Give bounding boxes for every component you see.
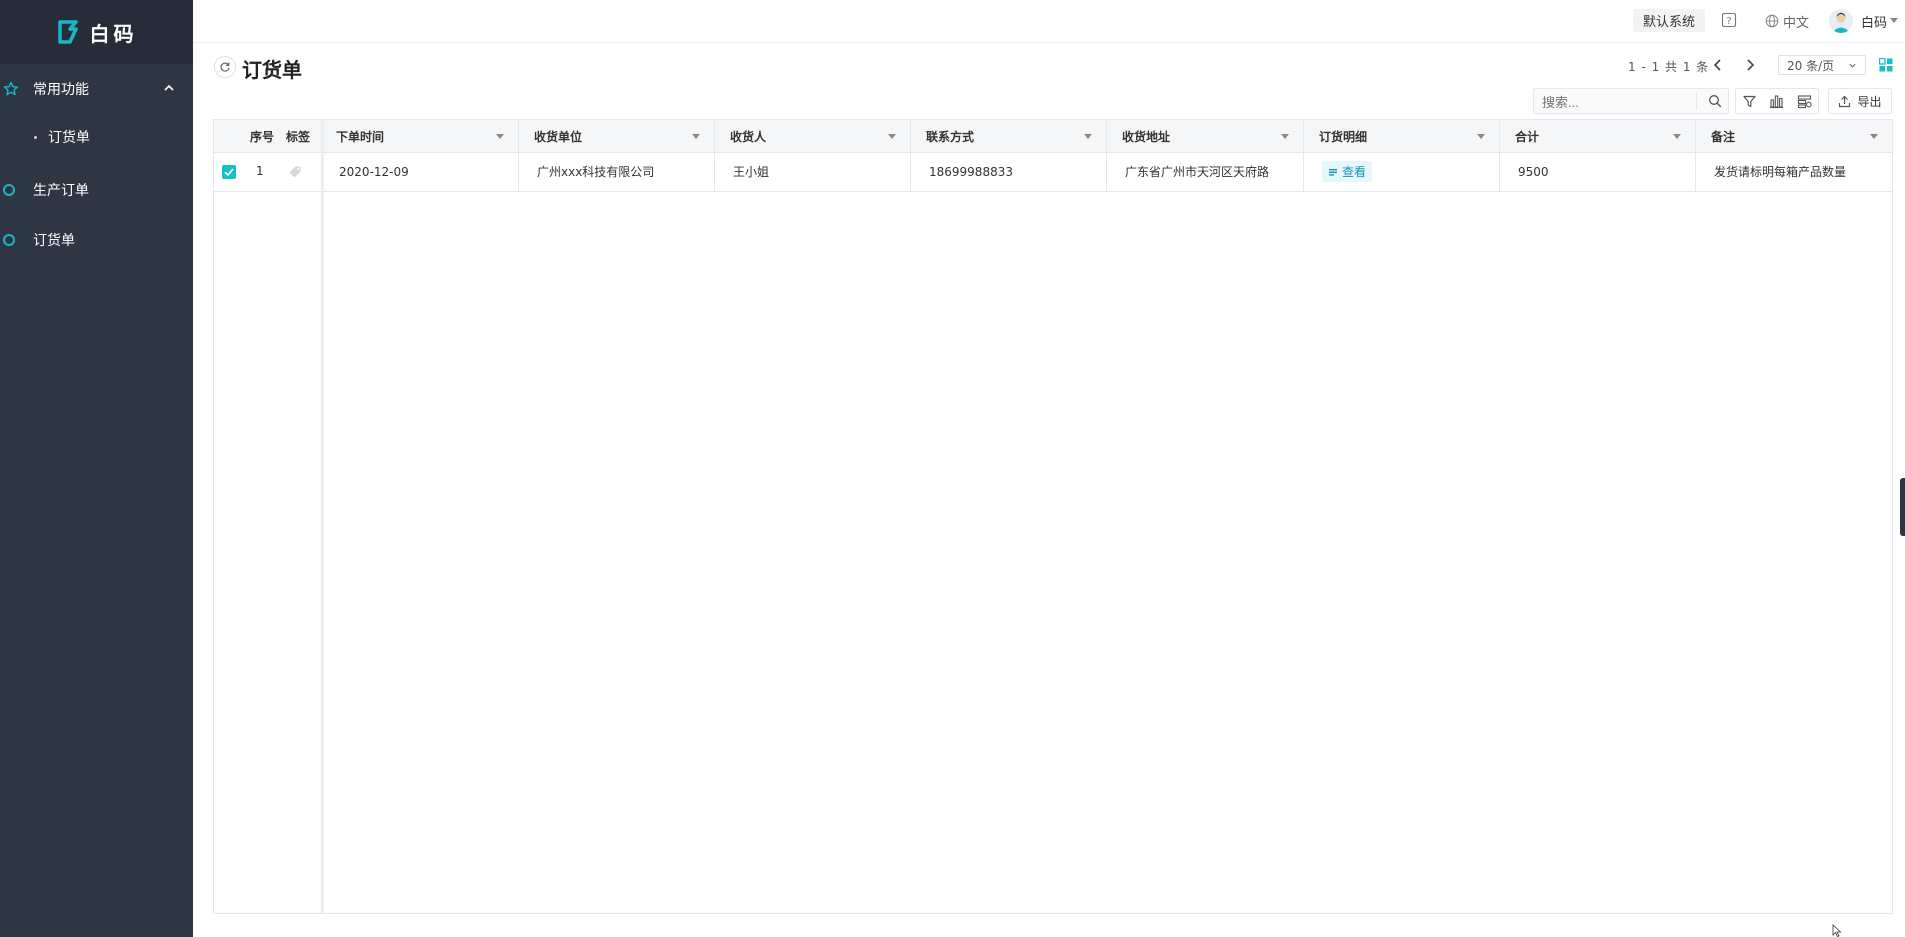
bullet-dot <box>34 136 37 139</box>
user-icon <box>1832 12 1850 33</box>
column-header-order-date[interactable]: 下单时间 <box>324 120 519 152</box>
column-header-label: 订货明细 <box>1319 129 1368 144</box>
export-button[interactable]: 导出 <box>1828 88 1892 114</box>
row-index: 1 <box>256 164 264 178</box>
chevron-left-icon[interactable] <box>1710 57 1726 73</box>
cell-receiver: 王小姐 <box>715 152 911 191</box>
sidebar-item-order[interactable]: 订货单 <box>0 123 193 151</box>
sidebar-item-label: 生产订单 <box>33 183 89 199</box>
column-header-remark[interactable]: 备注 <box>1696 120 1892 152</box>
column-header-label: 合计 <box>1515 129 1540 144</box>
caret-down-icon[interactable] <box>692 134 700 139</box>
refresh-button[interactable] <box>214 56 236 78</box>
caret-down-icon[interactable] <box>1673 134 1681 139</box>
sidebar-item-label: 订货单 <box>33 233 75 249</box>
caret-down-icon[interactable] <box>496 134 504 139</box>
avatar[interactable] <box>1829 9 1853 33</box>
nav-group-label: 常用功能 <box>33 82 89 98</box>
cell-contact: 18699988833 <box>911 152 1107 191</box>
chevron-right-icon[interactable] <box>1742 57 1758 73</box>
column-header-label: 下单时间 <box>336 129 385 144</box>
column-header-details[interactable]: 订货明细 <box>1304 120 1500 152</box>
table-row[interactable]: 1 2020-12-09 广州xxx科技有限公司 王小姐 18699988833… <box>214 152 1892 192</box>
upload-icon <box>1839 95 1851 107</box>
search-input[interactable] <box>1534 89 1702 115</box>
caret-down-icon[interactable] <box>1084 134 1092 139</box>
caret-down-icon[interactable] <box>1890 18 1898 23</box>
caret-down-icon[interactable] <box>1281 134 1289 139</box>
globe-icon <box>1765 14 1779 28</box>
language-label: 中文 <box>1783 15 1810 31</box>
page-title: 订货单 <box>242 58 302 82</box>
check-icon <box>224 168 234 177</box>
logo-text: 白码 <box>89 21 138 46</box>
pager-summary: 1 - 1 共 1 条 <box>1628 60 1709 74</box>
divider <box>1696 92 1697 110</box>
cell-total: 9500 <box>1500 152 1696 191</box>
svg-text:?: ? <box>1726 16 1731 27</box>
column-header-receiver-company[interactable]: 收货单位 <box>519 120 715 152</box>
side-drawer-handle[interactable] <box>1900 478 1905 536</box>
tag-icon[interactable] <box>288 165 302 179</box>
logo-icon <box>57 20 78 44</box>
column-header-label: 备注 <box>1711 129 1736 144</box>
table-tools <box>1735 88 1819 114</box>
language-switch[interactable]: 中文 <box>1765 10 1809 32</box>
system-switch-button[interactable]: 默认系统 <box>1633 9 1705 32</box>
data-table: 序号 标签 下单时间 收货单位 收货人 联系方式 收货地址 订货明细 合计 备注 <box>213 119 1893 914</box>
cell-details: 查看 <box>1304 152 1500 191</box>
search-box <box>1533 88 1729 115</box>
column-settings-icon[interactable] <box>1797 94 1812 109</box>
view-details-button[interactable]: 查看 <box>1322 161 1373 182</box>
help-icon[interactable]: ? <box>1721 12 1737 28</box>
column-header-address[interactable]: 收货地址 <box>1107 120 1304 152</box>
caret-down-icon[interactable] <box>1870 134 1878 139</box>
caret-down-icon[interactable] <box>888 134 896 139</box>
column-header-label: 收货单位 <box>534 129 583 144</box>
page-size-select[interactable]: 20 条/页 <box>1778 55 1866 75</box>
list-icon <box>1329 168 1337 176</box>
column-header-total[interactable]: 合计 <box>1500 120 1696 152</box>
column-header-tag: 标签 <box>286 129 311 144</box>
page-size-label: 20 条/页 <box>1787 58 1835 73</box>
refresh-icon <box>220 62 230 72</box>
column-header-label: 收货地址 <box>1122 129 1171 144</box>
username[interactable]: 白码 <box>1861 12 1887 31</box>
export-label: 导出 <box>1857 94 1882 109</box>
sidebar-item-label: 订货单 <box>48 130 90 146</box>
column-header-contact[interactable]: 联系方式 <box>911 120 1107 152</box>
caret-down-icon[interactable] <box>1477 134 1485 139</box>
mouse-cursor-icon <box>1832 924 1842 937</box>
star-icon <box>3 81 19 96</box>
chevron-down-icon <box>1849 63 1856 68</box>
cell-address: 广东省广州市天河区天府路 <box>1107 152 1304 191</box>
view-details-label: 查看 <box>1342 165 1367 179</box>
column-header-receiver[interactable]: 收货人 <box>715 120 911 152</box>
row-checkbox[interactable] <box>222 165 236 179</box>
circle-icon <box>3 234 15 246</box>
grid-view-icon[interactable] <box>1879 58 1893 72</box>
chevron-up-icon[interactable] <box>163 82 175 94</box>
logo[interactable]: 白码 <box>0 0 193 64</box>
column-header-label: 收货人 <box>730 129 767 144</box>
top-bar: 默认系统 ? 中文 白码 <box>193 0 1905 43</box>
table-header: 序号 标签 下单时间 收货单位 收货人 联系方式 收货地址 订货明细 合计 备注 <box>214 120 1892 153</box>
fixed-column-divider <box>321 120 324 913</box>
bar-chart-icon[interactable] <box>1769 94 1784 109</box>
circle-icon <box>3 184 15 196</box>
nav-group-common[interactable]: 常用功能 <box>0 74 193 104</box>
sidebar: 白码 常用功能 订货单 生产订单 订货单 <box>0 0 193 937</box>
cell-receiver-company: 广州xxx科技有限公司 <box>519 152 715 191</box>
cell-order-date: 2020-12-09 <box>324 152 519 191</box>
column-header-label: 联系方式 <box>926 129 975 144</box>
cell-remark: 发货请标明每箱产品数量 <box>1714 165 1847 179</box>
filter-icon[interactable] <box>1742 94 1757 109</box>
search-icon[interactable] <box>1708 94 1722 108</box>
sidebar-item-purchase-order[interactable]: 订货单 <box>0 225 193 255</box>
column-header-index: 序号 <box>250 129 275 144</box>
sidebar-item-production-order[interactable]: 生产订单 <box>0 175 193 205</box>
